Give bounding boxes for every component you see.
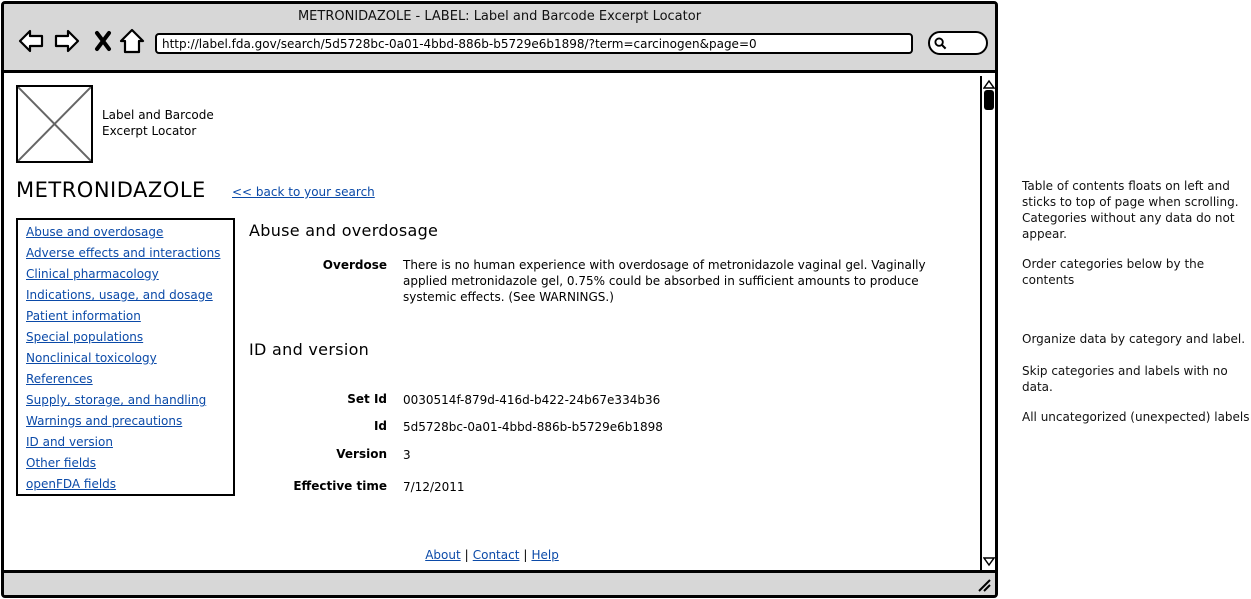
field-value-set-id: 0030514f-879d-416d-b422-24b67e334b36 xyxy=(403,393,661,407)
logo-placeholder xyxy=(16,85,93,163)
toc-item-references[interactable]: References xyxy=(26,369,233,390)
back-arrow-icon[interactable] xyxy=(16,26,46,56)
annotation-skip-empty: Skip categories and labels with no data. xyxy=(1022,364,1228,394)
toc-item-nonclinical-toxicology[interactable]: Nonclinical toxicology xyxy=(26,348,233,369)
scroll-down-arrow-icon[interactable] xyxy=(983,556,995,568)
field-value-overdose: There is no human experience with overdo… xyxy=(403,258,926,304)
field-label-overdose: Overdose xyxy=(322,258,387,272)
vertical-scrollbar[interactable] xyxy=(980,76,995,570)
toc-item-indications-usage-dosage[interactable]: Indications, usage, and dosage xyxy=(26,285,233,306)
footer-about-link[interactable]: About xyxy=(425,548,460,562)
back-to-search-link[interactable]: << back to your search xyxy=(232,185,375,199)
section-heading-id-version: ID and version xyxy=(249,340,370,359)
field-value-id: 5d5728bc-0a01-4bbd-886b-b5729e6b1898 xyxy=(403,420,663,434)
browser-window: METRONIDAZOLE - LABEL: Label and Barcode… xyxy=(1,1,998,598)
footer-contact-link[interactable]: Contact xyxy=(473,548,520,562)
toc-item-supply-storage-handling[interactable]: Supply, storage, and handling xyxy=(26,390,233,411)
toc-item-openfda-fields[interactable]: openFDA fields xyxy=(26,474,233,495)
page-title: METRONIDAZOLE xyxy=(16,178,206,202)
page-footer: About | Contact | Help xyxy=(4,548,980,562)
home-icon[interactable] xyxy=(117,26,147,56)
close-icon[interactable] xyxy=(88,26,118,56)
field-value-version: 3 xyxy=(403,448,411,462)
toc-item-adverse-effects[interactable]: Adverse effects and interactions xyxy=(26,243,233,264)
toc-item-other-fields[interactable]: Other fields xyxy=(26,453,233,474)
annotation-toc-behavior: Table of contents floats on left and sti… xyxy=(1022,179,1239,241)
footer-help-link[interactable]: Help xyxy=(531,548,558,562)
footer-separator: | xyxy=(464,548,469,562)
annotation-uncategorized: All uncategorized (unexpected) labels xyxy=(1022,410,1250,424)
field-label-effective-time: Effective time xyxy=(293,479,387,493)
forward-arrow-icon[interactable] xyxy=(52,26,82,56)
toc-item-clinical-pharmacology[interactable]: Clinical pharmacology xyxy=(26,264,233,285)
page-content: Label and Barcode Excerpt Locator METRON… xyxy=(4,76,980,570)
browser-titlebar: METRONIDAZOLE - LABEL: Label and Barcode… xyxy=(4,4,995,73)
toc-item-id-and-version[interactable]: ID and version xyxy=(26,432,233,453)
field-label-id: Id xyxy=(373,419,387,433)
field-value-effective-time: 7/12/2011 xyxy=(403,480,465,494)
search-icon xyxy=(934,37,947,50)
toc-item-patient-information[interactable]: Patient information xyxy=(26,306,233,327)
toc-item-warnings-and-precautions[interactable]: Warnings and precautions xyxy=(26,411,233,432)
field-label-version: Version xyxy=(336,447,387,461)
section-heading-abuse: Abuse and overdosage xyxy=(249,221,439,240)
site-name-line1: Label and Barcode xyxy=(102,108,214,122)
site-name-line2: Excerpt Locator xyxy=(102,124,197,138)
annotation-order-categories: Order categories below by the contents xyxy=(1022,257,1205,287)
browser-search-field[interactable] xyxy=(928,31,988,55)
footer-separator: | xyxy=(523,548,528,562)
site-name: Label and Barcode Excerpt Locator xyxy=(102,107,242,139)
field-label-set-id: Set Id xyxy=(347,392,387,406)
toc-item-special-populations[interactable]: Special populations xyxy=(26,327,233,348)
browser-statusbar xyxy=(4,570,995,595)
resize-grip-icon[interactable] xyxy=(977,578,991,592)
toc-item-abuse-and-overdosage[interactable]: Abuse and overdosage xyxy=(26,222,233,243)
annotation-organize-data: Organize data by category and label. xyxy=(1022,332,1246,346)
scroll-up-arrow-icon[interactable] xyxy=(983,78,995,90)
scrollbar-thumb[interactable] xyxy=(984,90,994,110)
url-bar[interactable]: http://label.fda.gov/search/5d5728bc-0a0… xyxy=(155,33,913,54)
table-of-contents: Abuse and overdosage Adverse effects and… xyxy=(16,218,235,496)
window-title: METRONIDAZOLE - LABEL: Label and Barcode… xyxy=(297,9,702,24)
